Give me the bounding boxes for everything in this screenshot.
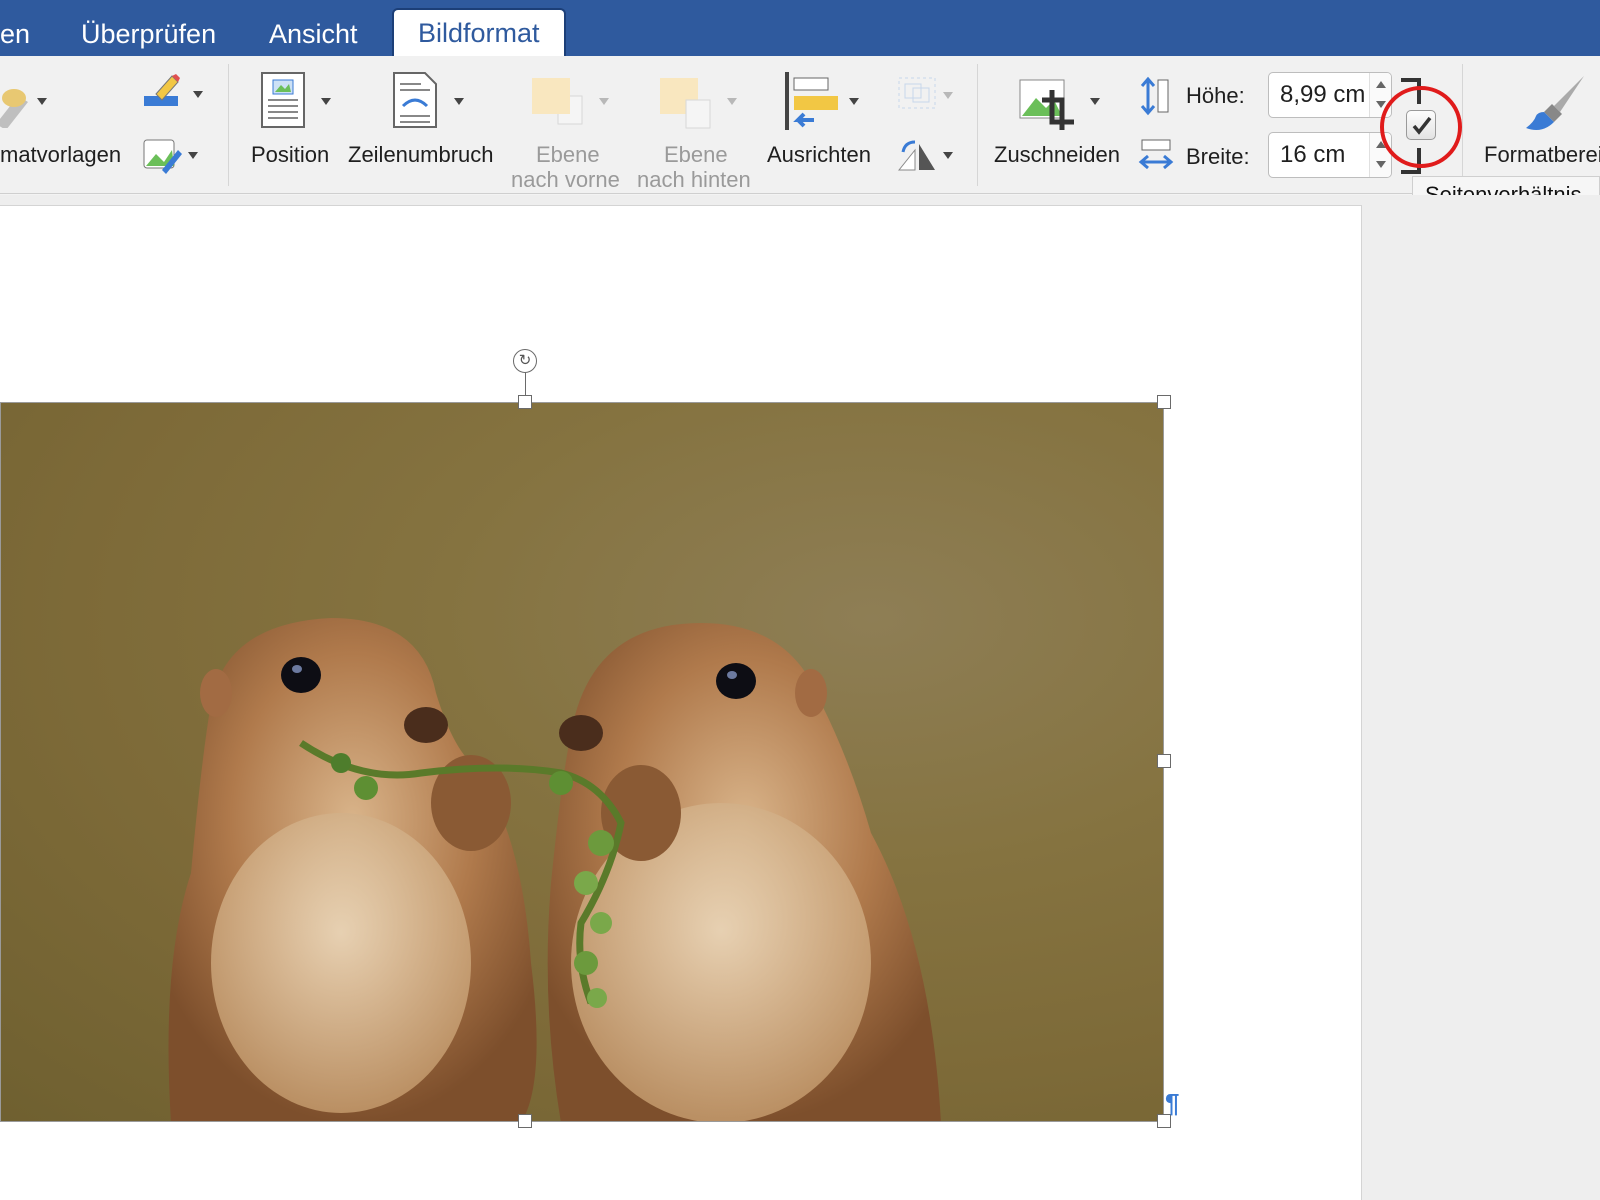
zeilenumbruch-label[interactable]: Zeilenumbruch [348, 142, 494, 167]
group-objects-dropdown-icon[interactable] [943, 92, 953, 99]
paragraph-mark: ¶ [1165, 1088, 1180, 1118]
crop-dropdown-icon[interactable] [1090, 98, 1100, 105]
picture-styles-brush-icon[interactable] [0, 76, 36, 130]
tab-ueberpruefen[interactable]: Überprüfen [81, 16, 216, 56]
send-backward-dropdown-icon[interactable] [727, 98, 737, 105]
height-value[interactable]: 8,99 cm [1280, 81, 1365, 108]
rotate-objects-dropdown-icon[interactable] [943, 152, 953, 159]
position-label[interactable]: Position [251, 142, 329, 167]
formatvorlagen-label[interactable]: matvorlagen [0, 142, 121, 167]
text-wrapping-dropdown-icon[interactable] [454, 98, 464, 105]
ribbon: matvorlagen Position Zeilenumbruch Ebene… [0, 56, 1600, 194]
ribbon-separator [977, 64, 978, 186]
highlight-circle [1380, 86, 1462, 168]
width-field[interactable]: 16 cm [1268, 132, 1392, 178]
position-icon[interactable] [261, 72, 305, 128]
bring-forward-icon[interactable] [530, 76, 584, 126]
resize-handle-right[interactable] [1157, 754, 1171, 768]
ausrichten-label[interactable]: Ausrichten [767, 142, 871, 167]
width-label: Breite: [1186, 144, 1250, 169]
selected-picture[interactable] [0, 402, 1164, 1122]
group-objects-icon[interactable] [897, 76, 937, 110]
ribbon-separator [228, 64, 229, 186]
tab-ansicht[interactable]: Ansicht [269, 16, 358, 56]
width-value[interactable]: 16 cm [1280, 141, 1345, 168]
ebene-hinten-label-1[interactable]: Ebene [664, 142, 728, 167]
rotate-handle-icon[interactable]: ↻ [513, 349, 537, 373]
ribbon-tab-bar: en Überprüfen Ansicht Bildformat [0, 0, 1600, 56]
picture-border-pen-icon[interactable] [142, 72, 182, 112]
picture-effects-dropdown-icon[interactable] [188, 152, 198, 159]
resize-handle-top-right[interactable] [1157, 395, 1171, 409]
formatbereich-label[interactable]: Formatberei [1484, 142, 1600, 167]
resize-handle-top[interactable] [518, 395, 532, 409]
bring-forward-dropdown-icon[interactable] [599, 98, 609, 105]
ebene-vorne-label-1[interactable]: Ebene [536, 142, 600, 167]
rotate-objects-icon[interactable] [897, 138, 937, 174]
height-label: Höhe: [1186, 83, 1245, 108]
tab-bildformat[interactable]: Bildformat [392, 8, 566, 56]
ribbon-separator [1462, 64, 1463, 186]
height-field[interactable]: 8,99 cm [1268, 72, 1392, 118]
resize-handle-bottom[interactable] [518, 1114, 532, 1128]
zuschneiden-label[interactable]: Zuschneiden [994, 142, 1120, 167]
position-dropdown-icon[interactable] [321, 98, 331, 105]
tab-partial[interactable]: en [0, 16, 30, 56]
picture-border-dropdown-icon[interactable] [193, 91, 203, 98]
prairie-dogs-image [168, 618, 941, 1121]
ebene-vorne-label-2[interactable]: nach vorne [511, 167, 620, 192]
format-pane-brush-icon[interactable] [1524, 74, 1586, 132]
text-wrapping-icon[interactable] [393, 72, 437, 128]
picture-styles-dropdown-icon[interactable] [37, 98, 47, 105]
crop-icon[interactable] [1018, 76, 1078, 130]
height-icon [1140, 76, 1172, 116]
picture-effects-icon[interactable] [142, 136, 182, 176]
send-backward-icon[interactable] [658, 76, 712, 130]
align-icon[interactable] [784, 72, 840, 130]
align-dropdown-icon[interactable] [849, 98, 859, 105]
width-icon [1138, 136, 1174, 172]
ebene-hinten-label-2[interactable]: nach hinten [637, 167, 751, 192]
